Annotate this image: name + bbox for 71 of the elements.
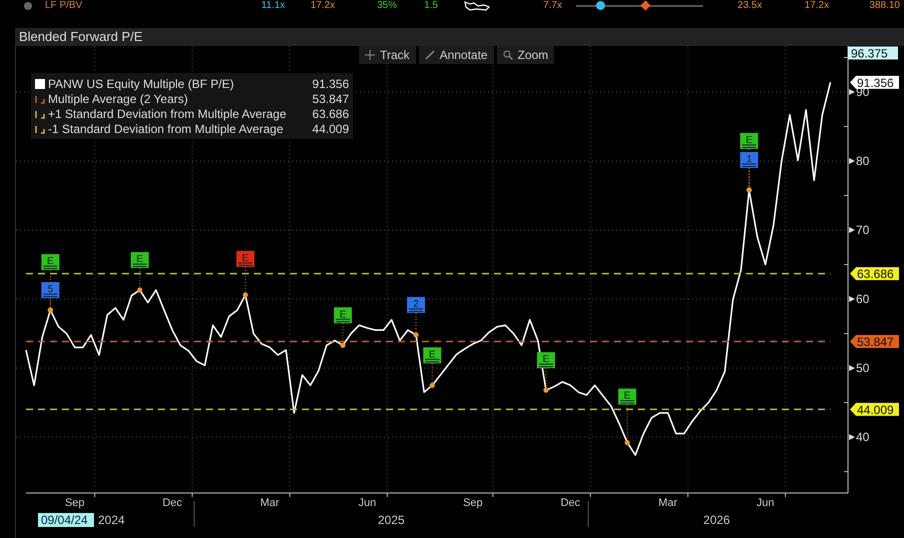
metric-value: 1.5 [423,0,438,12]
legend-label: -1 Standard Deviation from Multiple Average [48,122,284,136]
data-point [413,332,419,338]
axis-tick-label: 70 [849,223,870,238]
data-point [242,292,248,298]
axis-tick-label: Mar [260,497,280,509]
event-flag[interactable]: E [423,347,442,364]
axis-tick-label: Sep [463,497,483,509]
y-tick-label: 50 [856,361,870,376]
event-flag[interactable]: E [236,250,254,267]
axis-tick-label: Jun [358,497,376,509]
y-tick-label: 70 [856,223,870,238]
axis-tick-label: 80 [849,154,870,168]
event-flag[interactable]: E [618,388,636,405]
metric-value: 7.7x [542,0,562,12]
value-tag: 53.847 [850,335,899,350]
event-flag[interactable]: E [130,252,149,268]
axis-tick-label: Dec [162,497,182,509]
event-flag[interactable]: 1 [740,152,758,168]
value-tag: 44.009 [850,402,899,417]
map-icon [464,1,490,11]
data-point [543,388,549,393]
legend-label: PANW US Equity Multiple (BF P/E) [48,76,235,90]
legend-label: Multiple Average (2 Years) [48,92,189,106]
max-value-tag: 96.375 [848,46,898,60]
year-label: 2025 [378,513,405,527]
event-flag[interactable]: E [41,254,60,270]
metric-value: 23.5x [736,0,762,12]
event-flag[interactable]: E [537,352,555,368]
panel-title: Blended Forward P/E [15,28,904,46]
pencil-icon [424,50,435,60]
axis-tick-label: Sep [64,497,85,509]
axis-tick-label: Dec [560,497,580,509]
y-tick-label: 80 [856,154,870,168]
y-tick-label: 60 [856,292,870,306]
legend-value: 63.686 [312,106,349,120]
data-point [624,440,630,446]
year-label: 2026 [703,513,730,527]
value-tag: 91.356 [850,76,899,90]
event-flag[interactable]: 5 [41,282,60,298]
legend-value: 53.847 [312,92,349,106]
event-flag[interactable]: E [740,133,758,149]
date-badge: 09/04/24 [38,513,94,527]
toolbar-button[interactable]: Zoom [496,46,554,64]
legend-value: 44.009 [312,122,349,136]
axis-tick-label: Jun [756,497,774,509]
metric-value: 17.2x [804,0,829,12]
event-flag[interactable]: E [334,307,352,324]
metric-value: 11.1x [260,0,285,12]
axis-tick-label: Mar [658,497,678,509]
value-tag: 63.686 [850,267,899,282]
axis-tick-label: 50 [849,361,870,376]
search-icon [502,50,513,60]
data-point [340,342,346,348]
metric-label: LF P/BV [44,0,84,12]
metric-value: 17.2x [310,0,335,12]
toolbar-button[interactable]: Track [359,46,416,64]
year-label: 2024 [98,513,125,527]
crosshair-icon [365,50,375,60]
axis-tick-label: 40 [849,430,870,444]
event-flag[interactable]: 2 [407,296,425,313]
legend-value: 91.356 [312,76,349,90]
metric-value: 388.10 [868,0,900,12]
axis-tick-label: 60 [849,292,870,306]
toolbar-button[interactable]: Annotate [418,46,494,64]
metric-value: 35% [376,0,397,12]
status-dot-icon [24,2,32,10]
y-tick-label: 40 [856,430,870,444]
legend-label: +1 Standard Deviation from Multiple Average [48,106,288,120]
data-point [137,287,142,293]
data-point [430,382,435,388]
